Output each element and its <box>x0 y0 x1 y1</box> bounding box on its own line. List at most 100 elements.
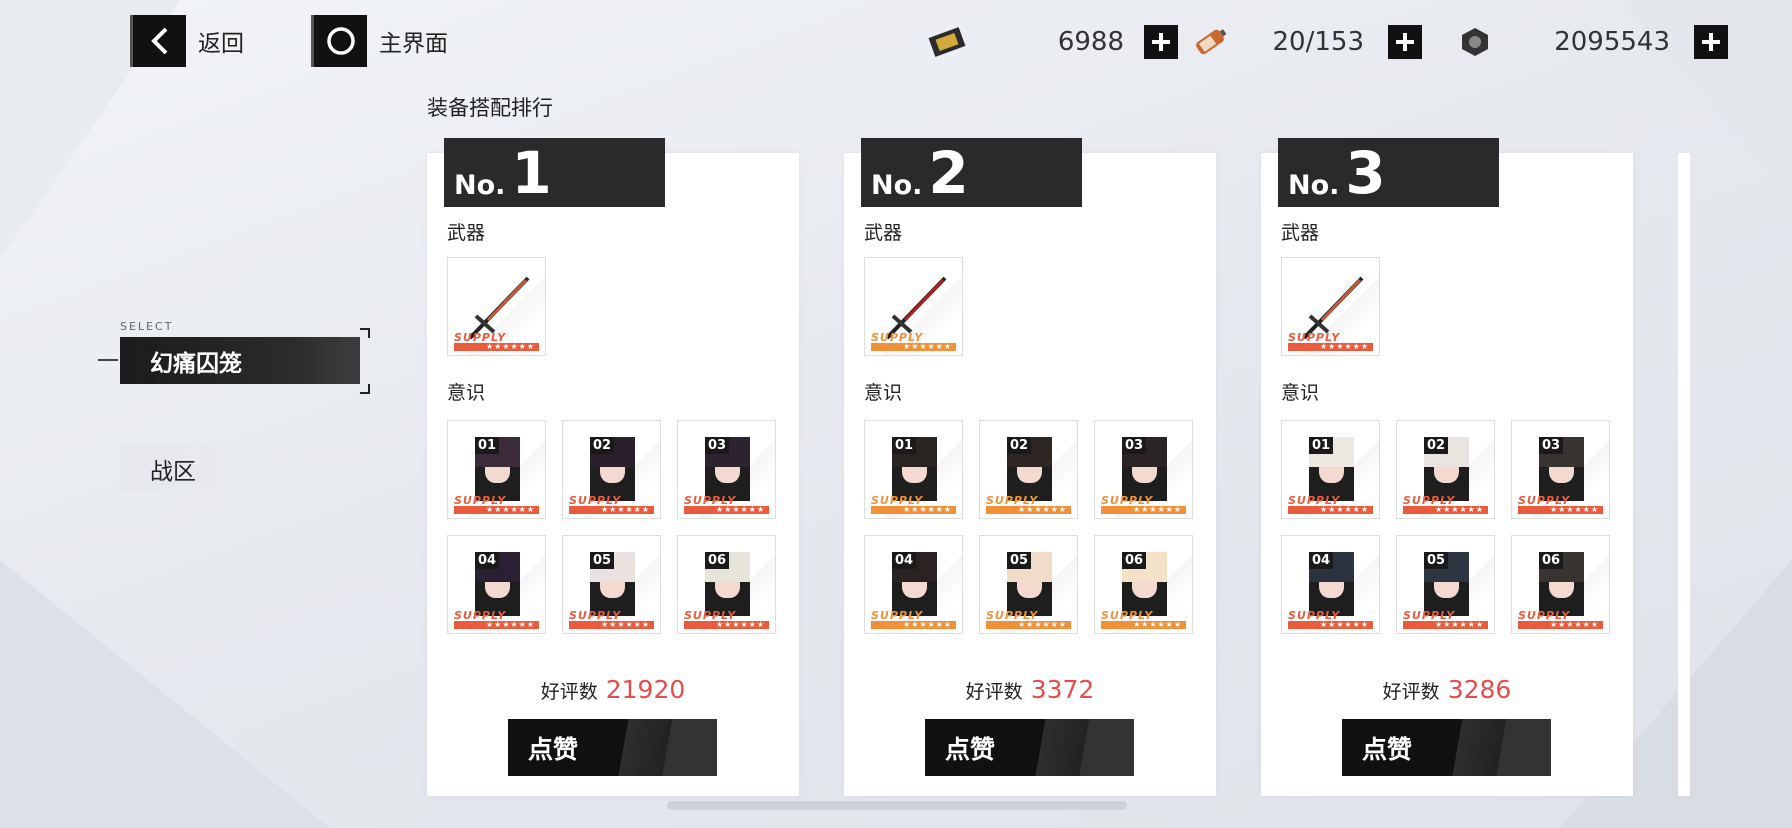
memory-slot-number: 05 <box>1007 552 1032 569</box>
memory-slot[interactable]: 05 SUPPLY ★★★★★★ <box>562 535 661 634</box>
character-portrait: 04 <box>892 552 937 616</box>
selection-pointer <box>98 359 118 361</box>
likes-row: 好评数 3372 <box>844 675 1216 704</box>
character-portrait: 06 <box>1122 552 1167 616</box>
star-rating: ★★★★★★ <box>1288 506 1373 514</box>
memory-slot-number: 03 <box>1539 437 1564 454</box>
star-rating: ★★★★★★ <box>1518 621 1603 629</box>
character-portrait: 02 <box>1424 437 1469 501</box>
ranking-card: No. 1 武器 SUPPLY ★★★★★★ 意识 01 SUPPLY ★★★★★★ 02 SUPP… <box>427 138 799 796</box>
character-portrait: 06 <box>705 552 750 616</box>
weapon-label: 武器 <box>1281 222 1320 244</box>
ticket-count: 6988 <box>1057 27 1124 57</box>
star-rating: ★★★★★★ <box>569 621 654 629</box>
likes-label: 好评数 <box>965 681 1023 703</box>
rank-badge: No. 3 <box>1278 138 1499 207</box>
memory-slot[interactable]: 04 SUPPLY ★★★★★★ <box>1281 535 1380 634</box>
plus-icon <box>1152 33 1170 51</box>
sidebar-item-phantom-cage[interactable]: 幻痛囚笼 <box>120 337 360 384</box>
memory-slot[interactable]: 02 SUPPLY ★★★★★★ <box>979 420 1078 519</box>
home-circle-icon <box>311 15 367 67</box>
plus-icon <box>1702 33 1720 51</box>
weapon-slot[interactable]: SUPPLY ★★★★★★ <box>1281 257 1380 356</box>
memory-slot[interactable]: 05 SUPPLY ★★★★★★ <box>979 535 1078 634</box>
rank-number: 3 <box>1345 139 1386 207</box>
memory-slot[interactable]: 03 SUPPLY ★★★★★★ <box>1094 420 1193 519</box>
star-rating: ★★★★★★ <box>871 343 956 351</box>
ranking-card: No. 3 武器 SUPPLY ★★★★★★ 意识 01 SUPPLY ★★★★★★ 02 SUPP… <box>1261 138 1633 796</box>
add-coin-button[interactable] <box>1694 25 1728 59</box>
memory-slot-number: 06 <box>1122 552 1147 569</box>
horizontal-scrollbar[interactable] <box>667 801 1127 810</box>
like-button[interactable]: 点赞 <box>925 719 1134 776</box>
sidebar-item-war-zone[interactable]: 战区 <box>120 445 360 492</box>
add-battery-button[interactable] <box>1388 25 1422 59</box>
coin-icon <box>1462 28 1488 56</box>
resource-ticket: 6988 <box>925 22 1178 62</box>
memory-slot[interactable]: 02 SUPPLY ★★★★★★ <box>562 420 661 519</box>
likes-label: 好评数 <box>1382 681 1440 703</box>
resource-battery: 20/153 <box>1188 22 1422 62</box>
vertical-scrollbar[interactable] <box>1678 153 1690 796</box>
character-portrait: 03 <box>705 437 750 501</box>
memory-slot[interactable]: 01 SUPPLY ★★★★★★ <box>1281 420 1380 519</box>
memory-slot-number: 04 <box>892 552 917 569</box>
star-rating: ★★★★★★ <box>684 621 769 629</box>
like-button[interactable]: 点赞 <box>508 719 717 776</box>
memory-slot[interactable]: 03 SUPPLY ★★★★★★ <box>677 420 776 519</box>
weapon-slot[interactable]: SUPPLY ★★★★★★ <box>447 257 546 356</box>
back-button[interactable]: 返回 <box>130 15 244 67</box>
memory-slot-number: 02 <box>1424 437 1449 454</box>
memory-slot-number: 01 <box>1309 437 1334 454</box>
star-rating: ★★★★★★ <box>1101 506 1186 514</box>
select-tag: SELECT <box>120 320 174 333</box>
memory-slot-number: 02 <box>590 437 615 454</box>
memory-label: 意识 <box>864 382 903 404</box>
like-button-label: 点赞 <box>945 734 996 764</box>
character-portrait: 04 <box>475 552 520 616</box>
memory-slot-number: 04 <box>475 552 500 569</box>
memory-slot[interactable]: 05 SUPPLY ★★★★★★ <box>1396 535 1495 634</box>
star-rating: ★★★★★★ <box>684 506 769 514</box>
like-button[interactable]: 点赞 <box>1342 719 1551 776</box>
likes-row: 好评数 3286 <box>1261 675 1633 704</box>
weapon-label: 武器 <box>864 222 903 244</box>
star-rating: ★★★★★★ <box>1518 506 1603 514</box>
memory-slot[interactable]: 06 SUPPLY ★★★★★★ <box>677 535 776 634</box>
character-portrait: 02 <box>590 437 635 501</box>
character-portrait: 04 <box>1309 552 1354 616</box>
memory-slot[interactable]: 04 SUPPLY ★★★★★★ <box>864 535 963 634</box>
character-portrait: 03 <box>1122 437 1167 501</box>
weapon-slot[interactable]: SUPPLY ★★★★★★ <box>864 257 963 356</box>
rank-badge: No. 2 <box>861 138 1082 207</box>
memory-slot[interactable]: 04 SUPPLY ★★★★★★ <box>447 535 546 634</box>
memory-slot-number: 04 <box>1309 552 1334 569</box>
star-rating: ★★★★★★ <box>454 343 539 351</box>
memory-label: 意识 <box>447 382 486 404</box>
sidebar-item-label: 幻痛囚笼 <box>150 350 242 377</box>
memory-slot[interactable]: 06 SUPPLY ★★★★★★ <box>1511 535 1610 634</box>
star-rating: ★★★★★★ <box>871 506 956 514</box>
memory-slot-number: 06 <box>705 552 730 569</box>
memory-slot[interactable]: 03 SUPPLY ★★★★★★ <box>1511 420 1610 519</box>
battery-icon <box>1196 29 1227 55</box>
memory-slot[interactable]: 01 SUPPLY ★★★★★★ <box>447 420 546 519</box>
home-label: 主界面 <box>379 31 448 57</box>
rank-prefix: No. <box>871 170 923 201</box>
character-portrait: 06 <box>1539 552 1584 616</box>
character-portrait: 05 <box>1007 552 1052 616</box>
character-portrait: 05 <box>1424 552 1469 616</box>
star-rating: ★★★★★★ <box>454 621 539 629</box>
memory-slot-number: 03 <box>1122 437 1147 454</box>
likes-label: 好评数 <box>540 681 598 703</box>
memory-slot-number: 01 <box>892 437 917 454</box>
memory-slot-number: 06 <box>1539 552 1564 569</box>
memory-slot-number: 01 <box>475 437 500 454</box>
add-ticket-button[interactable] <box>1144 25 1178 59</box>
home-button[interactable]: 主界面 <box>311 15 448 67</box>
memory-slot-number: 03 <box>705 437 730 454</box>
memory-slot[interactable]: 01 SUPPLY ★★★★★★ <box>864 420 963 519</box>
memory-slot[interactable]: 06 SUPPLY ★★★★★★ <box>1094 535 1193 634</box>
plus-icon <box>1396 33 1414 51</box>
memory-slot[interactable]: 02 SUPPLY ★★★★★★ <box>1396 420 1495 519</box>
